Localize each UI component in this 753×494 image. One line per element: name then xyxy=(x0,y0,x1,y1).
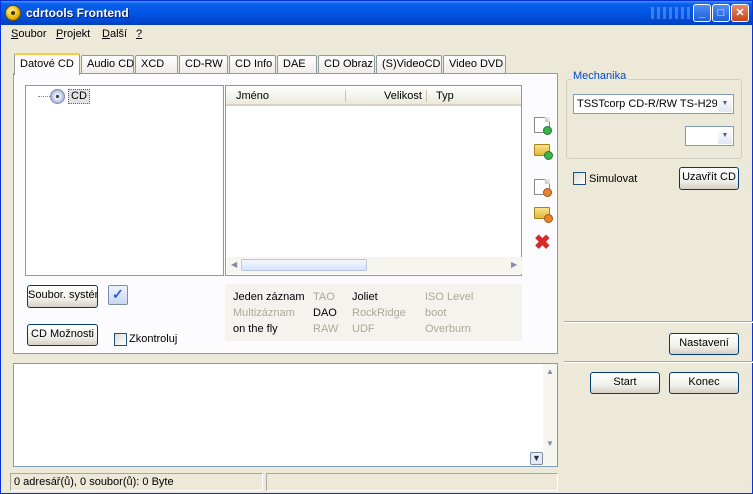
directory-tree[interactable]: CD xyxy=(25,85,224,276)
chevron-down-icon[interactable]: ▼ xyxy=(717,96,732,112)
tab-xcd[interactable]: XCD xyxy=(135,55,178,74)
divider xyxy=(564,361,753,363)
scroll-left-icon[interactable]: ◀ xyxy=(231,260,237,269)
tab-datove-cd[interactable]: Datové CD xyxy=(14,53,80,75)
mode-on-the-fly: on the fly xyxy=(233,323,278,335)
mode-multisession: Multizáznam xyxy=(233,307,295,319)
scroll-thumb[interactable] xyxy=(241,259,367,271)
fs-joliet: Joliet xyxy=(352,291,378,303)
simulate-checkbox[interactable] xyxy=(573,172,586,185)
scroll-to-end-icon[interactable]: ▼ xyxy=(530,452,543,465)
cd-icon xyxy=(50,89,65,104)
status-bar: 0 adresář(ů), 0 soubor(ů): 0 Byte xyxy=(1,471,752,493)
column-separator[interactable] xyxy=(345,90,346,102)
maximize-button[interactable]: □ xyxy=(712,4,730,22)
tab-cd-obraz[interactable]: CD Obraz xyxy=(318,55,375,74)
title-bar[interactable]: cdrtools Frontend _ □ ✕ xyxy=(1,1,752,25)
column-jmeno[interactable]: Jméno xyxy=(236,90,269,102)
menu-projekt-label: rojekt xyxy=(63,28,91,40)
tab-svideocd[interactable]: (S)VideoCD xyxy=(376,55,442,74)
app-icon[interactable] xyxy=(5,5,21,21)
status-pane-secondary xyxy=(266,473,558,491)
mode-tao: TAO xyxy=(313,291,335,303)
menu-help[interactable]: ? xyxy=(136,28,142,40)
close-button[interactable]: ✕ xyxy=(731,4,749,22)
menu-help-accel: ? xyxy=(136,28,143,40)
wizard-icon[interactable] xyxy=(108,285,128,305)
log-output[interactable]: ▲ ▼ xyxy=(13,363,558,467)
mode-single-session: Jeden záznam xyxy=(233,291,305,303)
remove-file-icon[interactable] xyxy=(534,179,552,197)
column-typ[interactable]: Typ xyxy=(436,90,454,102)
fs-rockridge: RockRidge xyxy=(352,307,406,319)
drive-select-value: TSSTcorp CD-R/RW TS-H29 xyxy=(577,98,718,110)
menu-soubor-label: oubor xyxy=(18,28,47,40)
file-list-header: Jméno Velikost Typ xyxy=(226,86,521,106)
menu-projekt[interactable]: Projekt xyxy=(56,28,90,40)
menu-dalsi[interactable]: Další xyxy=(102,28,127,40)
menu-dalsi-accel: D xyxy=(102,28,110,40)
filesystem-button[interactable]: Soubor. systém xyxy=(27,285,98,308)
tab-cd-rw[interactable]: CD-RW xyxy=(179,55,228,74)
plus-badge-icon xyxy=(543,126,552,135)
verify-label: Zkontroluj xyxy=(129,333,178,345)
add-file-icon[interactable] xyxy=(534,117,552,135)
tab-audio-cd[interactable]: Audio CD xyxy=(81,55,134,74)
close-cd-button[interactable]: Uzavřít CD xyxy=(679,167,739,190)
minus-badge-icon xyxy=(544,214,553,223)
disc-info-panel: Jeden záznam TAO Joliet ISO Level Multiz… xyxy=(225,284,522,341)
fs-iso-level: ISO Level xyxy=(425,291,474,303)
verify-checkbox[interactable] xyxy=(114,333,127,346)
drive-group xyxy=(566,79,742,159)
fs-udf: UDF xyxy=(352,323,375,335)
vertical-scrollbar[interactable]: ▲ ▼ xyxy=(543,364,557,466)
scroll-up-icon[interactable]: ▲ xyxy=(546,367,554,376)
title-bar-decoration xyxy=(651,7,691,19)
tab-video-dvd[interactable]: Video DVD xyxy=(443,55,506,74)
menu-bar: Soubor Projekt Další ? xyxy=(1,25,752,45)
column-separator[interactable] xyxy=(426,90,427,102)
delete-icon[interactable]: ✖ xyxy=(534,233,551,253)
tree-root-item[interactable]: CD xyxy=(68,89,90,104)
divider xyxy=(564,321,753,323)
boot-flag: boot xyxy=(425,307,447,319)
drive-group-title: Mechanika xyxy=(571,70,629,82)
minimize-button[interactable]: _ xyxy=(693,4,711,22)
mode-raw: RAW xyxy=(313,323,339,335)
simulate-label: Simulovat xyxy=(589,173,638,185)
menu-soubor[interactable]: Soubor xyxy=(11,28,46,40)
start-button[interactable]: Start xyxy=(590,372,660,394)
exit-button[interactable]: Konec xyxy=(669,372,739,394)
add-folder-icon[interactable] xyxy=(534,143,553,160)
column-velikost[interactable]: Velikost xyxy=(384,90,422,102)
cd-options-button[interactable]: CD Možnosti xyxy=(27,324,98,346)
horizontal-scrollbar[interactable]: ◀ ▶ xyxy=(227,257,522,274)
tab-dae[interactable]: DAE xyxy=(277,55,317,74)
remove-folder-icon[interactable] xyxy=(534,206,553,223)
minus-badge-icon xyxy=(543,188,552,197)
window-title: cdrtools Frontend xyxy=(26,6,129,20)
file-list[interactable]: Jméno Velikost Typ ◀ ▶ xyxy=(225,85,522,276)
mode-dao: DAO xyxy=(313,307,337,319)
drive-select[interactable]: TSSTcorp CD-R/RW TS-H29 ▼ xyxy=(573,94,734,114)
chevron-down-icon[interactable]: ▼ xyxy=(717,128,732,144)
settings-button[interactable]: Nastavení xyxy=(669,333,739,355)
app-window: cdrtools Frontend _ □ ✕ Soubor Projekt D… xyxy=(0,0,753,494)
scroll-down-icon[interactable]: ▼ xyxy=(546,439,554,448)
plus-badge-icon xyxy=(544,151,553,160)
tab-cd-info[interactable]: CD Info xyxy=(229,55,276,74)
scroll-right-icon[interactable]: ▶ xyxy=(511,260,517,269)
speed-select[interactable]: ▼ xyxy=(685,126,734,146)
status-text: 0 adresář(ů), 0 soubor(ů): 0 Byte xyxy=(10,473,263,491)
overburn-flag: Overburn xyxy=(425,323,471,335)
menu-dalsi-label: alší xyxy=(109,28,128,40)
